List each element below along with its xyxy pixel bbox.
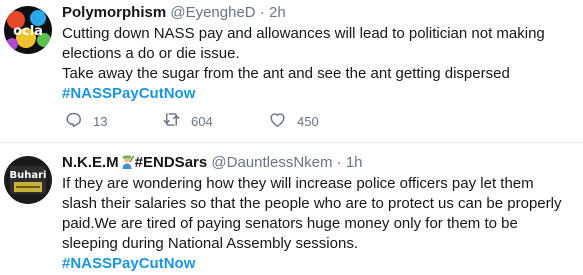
like-button[interactable]: 450 — [268, 110, 319, 132]
like-icon — [268, 110, 287, 132]
tweet[interactable]: ocla Polymorphism @EyengheD · 2h Cutting… — [0, 0, 583, 143]
display-name[interactable]: Polymorphism — [62, 4, 166, 21]
retweet-count: 604 — [191, 113, 213, 129]
tweet-line: Cutting down NASS pay and allowances wil… — [62, 25, 545, 42]
svg-text:ocla: ocla — [13, 24, 43, 39]
tweet-text: If they are wondering how they will incr… — [62, 174, 577, 274]
like-count: 450 — [297, 113, 319, 129]
separator: · — [259, 4, 265, 21]
avatar[interactable]: ocla — [4, 6, 52, 54]
woman-farmer-emoji-icon — [119, 154, 135, 176]
tweet-line: Take away the sugar from the ant and see… — [62, 65, 510, 82]
hashtag-link[interactable]: #NASSPayCutNow — [62, 85, 195, 102]
separator: · — [336, 154, 342, 171]
reply-icon — [64, 110, 83, 132]
retweet-icon — [162, 110, 181, 132]
reply-count: 13 — [93, 113, 108, 129]
tweet[interactable]: Buhari N.K.E.M #ENDSars @DauntlessNkem · … — [0, 143, 583, 275]
reply-button[interactable]: 13 — [64, 110, 107, 132]
tweet-actions: 13 604 450 — [64, 110, 394, 132]
timestamp[interactable]: 1h — [346, 154, 363, 171]
retweet-button[interactable]: 604 — [162, 110, 213, 132]
tweet-header: N.K.E.M #ENDSars @DauntlessNkem · 1h — [62, 153, 577, 173]
tweet-header: Polymorphism @EyengheD · 2h — [62, 3, 577, 23]
svg-text:Buhari: Buhari — [10, 170, 47, 181]
user-handle[interactable]: @DauntlessNkem — [211, 154, 332, 171]
tweet-line: elections a do or die issue. — [62, 45, 240, 62]
display-name[interactable]: N.K.E.M #ENDSars — [62, 154, 207, 171]
tweet-line: paid.We are tired of paying senators hug… — [62, 215, 518, 232]
user-handle[interactable]: @EyengheD — [170, 4, 255, 21]
hashtag-link[interactable]: #NASSPayCutNow — [62, 255, 195, 272]
tweet-line: If they are wondering how they will incr… — [62, 175, 534, 192]
tweet-text: Cutting down NASS pay and allowances wil… — [62, 24, 577, 104]
avatar[interactable]: Buhari — [4, 156, 52, 204]
timestamp[interactable]: 2h — [269, 4, 286, 21]
tweet-line: slash their salaries so that the people … — [62, 195, 562, 212]
tweet-line: sleeping during National Assembly sessio… — [62, 235, 358, 252]
